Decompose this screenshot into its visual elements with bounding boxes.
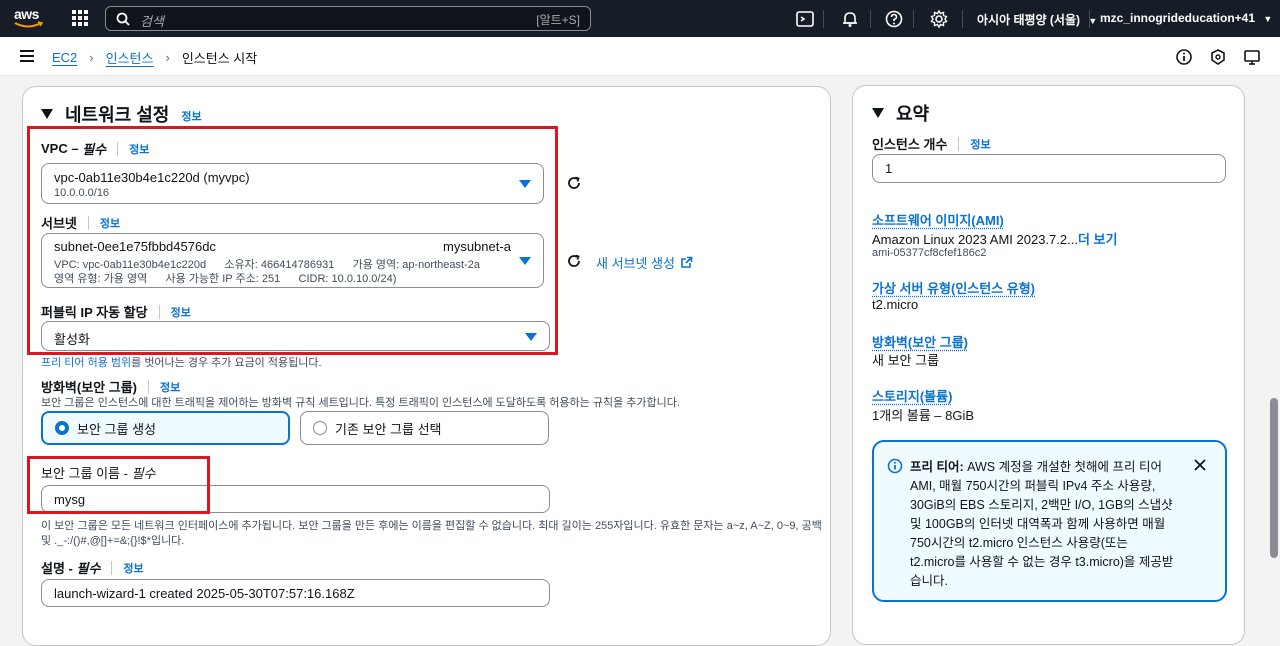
summary-panel: 요약 인스턴스 개수 정보 1 소프트웨어 이미지(AMI) Amazon Li… xyxy=(852,85,1245,645)
divider xyxy=(870,10,871,28)
refresh-icon[interactable] xyxy=(565,252,583,270)
divider xyxy=(962,10,963,28)
chevron-right-icon: › xyxy=(165,50,169,65)
breadcrumb-bar: EC2 › 인스턴스 › 인스턴스 시작 xyxy=(0,37,1280,76)
account-menu[interactable]: mzc_innogrideducation+41 ▼ xyxy=(1100,11,1272,25)
network-settings-header[interactable]: 네트워크 설정 정보 xyxy=(41,101,202,127)
breadcrumb-instances[interactable]: 인스턴스 xyxy=(106,48,154,67)
ami-id: ami-05377cf8cfef186c2 xyxy=(872,247,986,259)
breadcrumb: EC2 › 인스턴스 › 인스턴스 시작 xyxy=(52,48,257,67)
menu-icon[interactable] xyxy=(20,50,34,62)
instance-type-link[interactable]: 가상 서버 유형(인스턴스 유형) xyxy=(872,278,1035,297)
info-icon xyxy=(887,458,903,474)
chevron-right-icon: › xyxy=(89,50,93,65)
help-icon[interactable] xyxy=(884,9,904,29)
feedback-icon[interactable] xyxy=(1243,48,1261,66)
ami-link[interactable]: 소프트웨어 이미지(AMI) xyxy=(872,210,1004,229)
search-icon xyxy=(116,12,130,26)
ami-value: Amazon Linux 2023 AMI 2023.7.2...더 보기 xyxy=(872,229,1117,248)
description-info-link[interactable]: 정보 xyxy=(123,560,143,576)
refresh-icon[interactable] xyxy=(565,174,583,192)
summary-header[interactable]: 요약 xyxy=(872,100,929,126)
description-label: 설명 - 필수 정보 xyxy=(41,558,144,577)
ami-more-link[interactable]: 더 보기 xyxy=(1078,232,1118,247)
search-placeholder: 검색 xyxy=(140,11,164,30)
highlight-box-network xyxy=(27,126,558,355)
sg-name-help-1: 이 보안 그룹은 모든 네트워크 인터페이스에 추가됩니다. 보안 그룹을 만든… xyxy=(41,517,822,533)
services-grid-icon[interactable] xyxy=(72,10,88,26)
firewall-description: 보안 그룹은 인스턴스에 대한 트래픽을 제어하는 방화벽 규칙 세트입니다. … xyxy=(41,394,680,410)
instance-count-info-link[interactable]: 정보 xyxy=(970,136,990,152)
divider xyxy=(823,10,824,28)
breadcrumb-ec2[interactable]: EC2 xyxy=(52,50,77,65)
caret-down-icon xyxy=(872,108,884,118)
free-tier-link[interactable]: 프리 티어 허용 범위 xyxy=(41,357,131,369)
instance-count-label: 인스턴스 개수 정보 xyxy=(872,134,991,153)
instance-type-value: t2.micro xyxy=(872,297,918,312)
close-icon[interactable] xyxy=(1193,458,1207,472)
sg-name-help-2: 및 ._-:/()#,@[]+=&;{}!$*입니다. xyxy=(41,532,184,548)
cloudshell-icon[interactable] xyxy=(795,9,815,29)
info-circle-icon[interactable] xyxy=(1175,48,1193,66)
aws-logo[interactable]: aws xyxy=(14,6,46,30)
caret-down-icon xyxy=(41,109,53,119)
search-bar[interactable]: 검색 [알트+S] xyxy=(105,6,591,31)
create-subnet-link[interactable]: 새 서브넷 생성 xyxy=(596,253,693,272)
free-tier-note: 프리 티어 허용 범위를 벗어나는 경우 추가 요금이 적용됩니다. xyxy=(41,354,322,370)
select-existing-security-group-option[interactable]: 기존 보안 그룹 선택 xyxy=(300,411,549,445)
divider xyxy=(913,10,914,28)
bell-icon[interactable] xyxy=(840,9,860,29)
top-navigation: aws 검색 [알트+S] 아시아 태평양 (서울) ▼ mzc_innogri… xyxy=(0,0,1280,37)
free-tier-text: 프리 티어: AWS 계정을 개설한 첫해에 프리 티어 AMI, 매월 750… xyxy=(910,458,1175,591)
region-selector[interactable]: 아시아 태평양 (서울) ▼ xyxy=(977,11,1097,28)
free-tier-alert: 프리 티어: AWS 계정을 개설한 첫해에 프리 티어 AMI, 매월 750… xyxy=(872,440,1227,602)
search-shortcut: [알트+S] xyxy=(536,11,580,28)
scrollbar-thumb[interactable] xyxy=(1270,398,1278,558)
storage-value: 1개의 볼륨 – 8GiB xyxy=(872,405,974,424)
caret-down-icon: ▼ xyxy=(1263,14,1272,24)
shield-icon[interactable] xyxy=(1209,48,1227,66)
highlight-box-sg-name xyxy=(27,456,210,514)
firewall-info-link[interactable]: 정보 xyxy=(160,379,180,395)
create-security-group-option[interactable]: 보안 그룹 생성 xyxy=(41,411,290,445)
divider xyxy=(1089,10,1090,28)
firewall-summary-value: 새 보안 그룹 xyxy=(872,350,939,369)
firewall-summary-link[interactable]: 방화벽(보안 그룹) xyxy=(872,332,968,351)
gear-icon[interactable] xyxy=(929,9,949,29)
page-scrollbar[interactable] xyxy=(1268,76,1280,619)
breadcrumb-current: 인스턴스 시작 xyxy=(182,48,257,67)
radio-selected-icon xyxy=(55,421,69,435)
external-link-icon xyxy=(680,256,693,269)
storage-link[interactable]: 스토리지(볼륨) xyxy=(872,386,952,405)
aws-smile-icon xyxy=(14,21,44,29)
radio-unselected-icon xyxy=(313,421,327,435)
description-input[interactable]: launch-wizard-1 created 2025-05-30T07:57… xyxy=(41,579,550,607)
network-info-link[interactable]: 정보 xyxy=(181,108,201,124)
instance-count-input[interactable]: 1 xyxy=(872,154,1226,183)
